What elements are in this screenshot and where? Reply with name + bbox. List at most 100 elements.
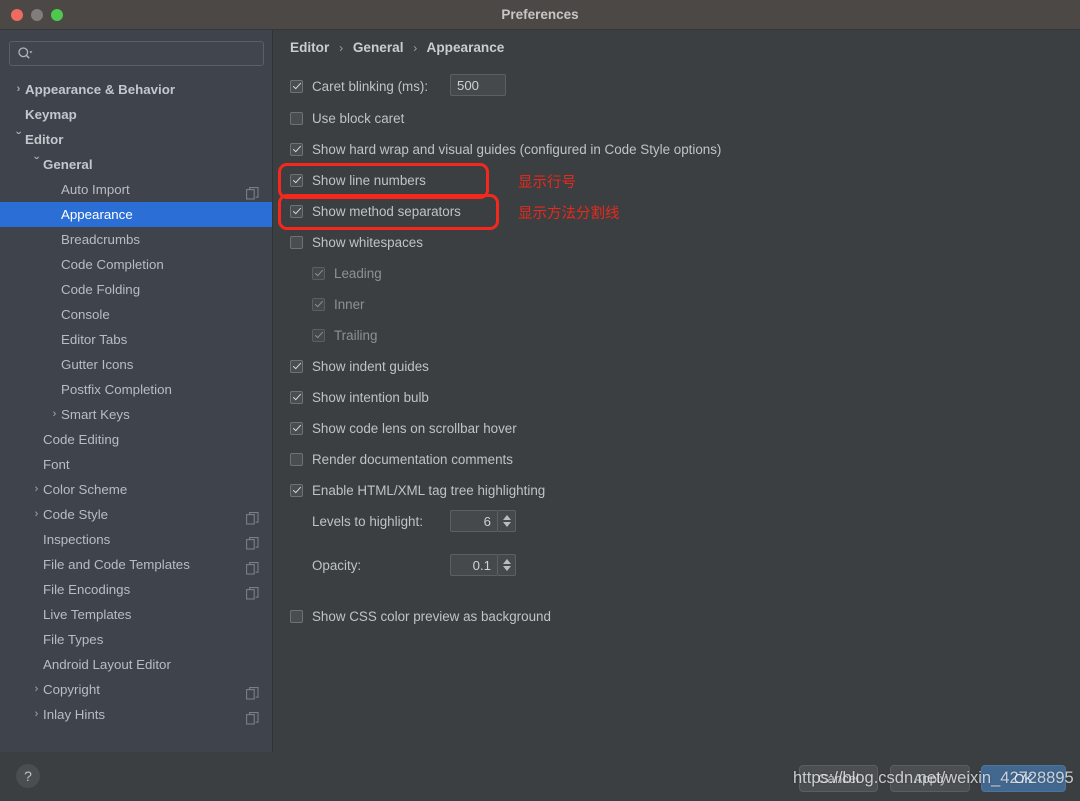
sidebar-item-keymap[interactable]: Keymap [0,102,272,127]
label-caret-blinking: Caret blinking (ms): [312,78,429,94]
checkbox-show-indent-guides[interactable] [290,359,303,373]
sidebar-item-auto-import[interactable]: Auto Import [0,177,272,202]
setting-whitespace-inner[interactable]: Inner [312,293,365,315]
chevron-right-icon[interactable]: › [30,502,43,527]
copy-settings-icon[interactable] [246,683,259,700]
sidebar-item-smart-keys[interactable]: › Smart Keys [0,402,272,427]
chevron-down-icon[interactable]: ˇ [12,127,25,147]
sidebar-item-label: Breadcrumbs [61,232,141,247]
opacity-value[interactable]: 0.1 [450,554,498,576]
setting-caret-blinking[interactable]: Caret blinking (ms): [290,75,428,97]
sidebar-item-editor[interactable]: ˇ Editor [0,127,272,152]
caret-blinking-input[interactable] [450,74,506,96]
sidebar-item-postfix-completion[interactable]: Postfix Completion [0,377,272,402]
setting-show-intention-bulb[interactable]: Show intention bulb [290,386,429,408]
checkbox-show-intention-bulb[interactable] [290,390,303,404]
sidebar-item-gutter-icons[interactable]: Gutter Icons [0,352,272,377]
checkbox-show-whitespaces[interactable] [290,235,303,249]
checkbox-show-method-separators[interactable] [290,204,303,218]
levels-to-highlight-spinner[interactable] [498,510,516,532]
label-render-doc-comments: Render documentation comments [312,451,513,467]
chevron-right-icon[interactable]: › [30,477,43,502]
label-show-hard-wrap: Show hard wrap and visual guides (config… [312,141,722,157]
setting-show-css-color-preview[interactable]: Show CSS color preview as background [290,605,551,627]
sidebar-item-general[interactable]: ˇ General [0,152,272,177]
setting-show-code-lens[interactable]: Show code lens on scrollbar hover [290,417,517,439]
sidebar-item-appearance-behavior[interactable]: › Appearance & Behavior [0,77,272,102]
sidebar-item-label: Inspections [43,532,111,547]
sidebar-item-file-encodings[interactable]: File Encodings [0,577,272,602]
setting-show-whitespaces[interactable]: Show whitespaces [290,231,423,253]
sidebar-item-breadcrumbs[interactable]: Breadcrumbs [0,227,272,252]
sidebar-item-label: Code Folding [61,282,141,297]
sidebar-item-console[interactable]: Console [0,302,272,327]
setting-render-doc-comments[interactable]: Render documentation comments [290,448,513,470]
sidebar-item-inspections[interactable]: Inspections [0,527,272,552]
chevron-right-icon[interactable]: › [30,677,43,702]
checkbox-show-line-numbers[interactable] [290,173,303,187]
checkbox-enable-tag-tree-highlighting[interactable] [290,483,303,497]
chevron-right-icon[interactable]: › [12,77,25,102]
sidebar-item-live-templates[interactable]: Live Templates [0,602,272,627]
breadcrumb-part-editor[interactable]: Editor [290,40,329,55]
checkbox-use-block-caret[interactable] [290,111,303,125]
copy-settings-icon[interactable] [246,183,259,200]
label-enable-tag-tree-highlighting: Enable HTML/XML tag tree highlighting [312,482,546,498]
spinner-up-icon[interactable] [503,515,511,520]
checkbox-whitespace-leading[interactable] [312,266,325,280]
label-show-code-lens: Show code lens on scrollbar hover [312,420,517,436]
setting-show-hard-wrap[interactable]: Show hard wrap and visual guides (config… [290,138,721,160]
setting-enable-tag-tree-highlighting[interactable]: Enable HTML/XML tag tree highlighting [290,479,545,501]
sidebar-item-color-scheme[interactable]: › Color Scheme [0,477,272,502]
sidebar-item-editor-tabs[interactable]: Editor Tabs [0,327,272,352]
breadcrumb-part-appearance[interactable]: Appearance [427,40,505,55]
chevron-right-icon[interactable]: › [30,702,43,727]
label-whitespace-trailing: Trailing [334,327,378,343]
opacity-stepper[interactable]: 0.1 [450,554,516,576]
checkbox-caret-blinking[interactable] [290,79,303,93]
checkbox-show-css-color-preview[interactable] [290,609,303,623]
chevron-right-icon[interactable]: › [48,402,61,427]
sidebar-item-label: Android Layout Editor [43,657,171,672]
checkbox-whitespace-trailing[interactable] [312,328,325,342]
chevron-down-icon[interactable]: ˇ [30,152,43,172]
search-input[interactable] [38,42,262,67]
sidebar-item-inlay-hints[interactable]: › Inlay Hints [0,702,272,727]
checkbox-show-code-lens[interactable] [290,421,303,435]
copy-settings-icon[interactable] [246,708,259,725]
sidebar-item-code-style[interactable]: › Code Style [0,502,272,527]
sidebar-item-copyright[interactable]: › Copyright [0,677,272,702]
copy-settings-icon[interactable] [246,533,259,550]
checkbox-render-doc-comments[interactable] [290,452,303,466]
search-box[interactable] [9,41,264,67]
copy-settings-icon[interactable] [246,508,259,525]
sidebar-item-code-editing[interactable]: Code Editing [0,427,272,452]
levels-to-highlight-value[interactable]: 6 [450,510,498,532]
setting-whitespace-trailing[interactable]: Trailing [312,324,377,346]
window-title: Preferences [501,7,579,22]
sidebar-item-code-folding[interactable]: Code Folding [0,277,272,302]
breadcrumb-part-general[interactable]: General [353,40,404,55]
spinner-down-icon[interactable] [503,522,511,527]
label-show-method-separators: Show method separators [312,203,461,219]
levels-to-highlight-stepper[interactable]: 6 [450,510,516,532]
sidebar-item-appearance[interactable]: Appearance [0,202,272,227]
sidebar-item-file-types[interactable]: File Types [0,627,272,652]
checkbox-whitespace-inner[interactable] [312,297,325,311]
help-button[interactable]: ? [16,764,40,788]
setting-whitespace-leading[interactable]: Leading [312,262,382,284]
copy-settings-icon[interactable] [246,558,259,575]
setting-show-indent-guides[interactable]: Show indent guides [290,355,429,377]
setting-use-block-caret[interactable]: Use block caret [290,107,404,129]
checkbox-show-hard-wrap[interactable] [290,142,303,156]
sidebar-item-file-and-code-templates[interactable]: File and Code Templates [0,552,272,577]
sidebar-item-code-completion[interactable]: Code Completion [0,252,272,277]
copy-settings-icon[interactable] [246,583,259,600]
opacity-spinner[interactable] [498,554,516,576]
setting-show-method-separators[interactable]: Show method separators [290,200,461,222]
spinner-down-icon[interactable] [503,566,511,571]
sidebar-item-android-layout-editor[interactable]: Android Layout Editor [0,652,272,677]
spinner-up-icon[interactable] [503,559,511,564]
setting-show-line-numbers[interactable]: Show line numbers [290,169,426,191]
sidebar-item-font[interactable]: Font [0,452,272,477]
